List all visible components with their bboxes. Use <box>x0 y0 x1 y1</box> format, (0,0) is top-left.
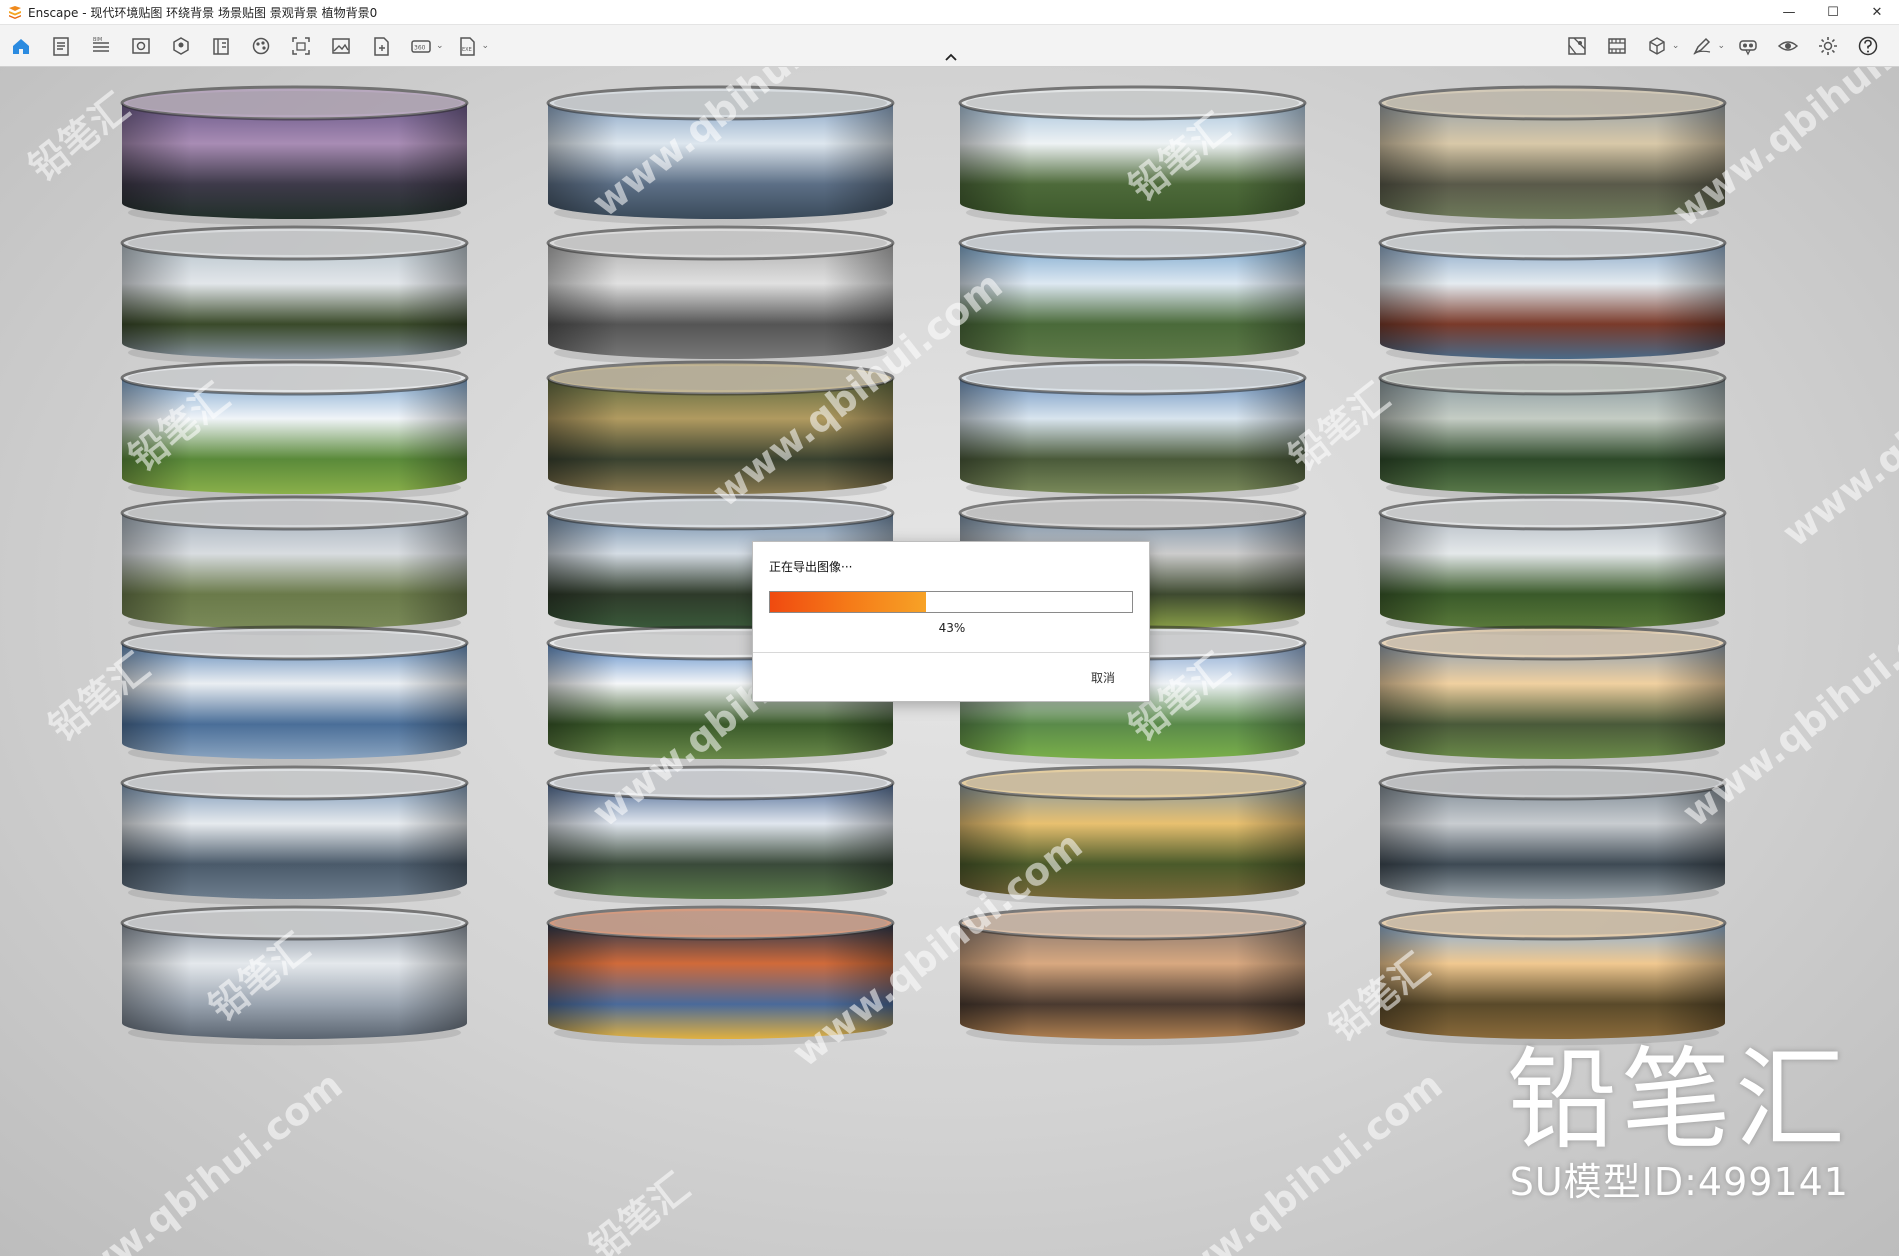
panorama-ring <box>1378 85 1727 226</box>
image-icon <box>332 38 350 54</box>
dialog-divider <box>753 652 1149 653</box>
panorama-ring <box>546 225 895 366</box>
window-title: Enscape - 现代环境贴图 环绕背景 场景贴图 景观背景 植物背景0 <box>28 5 378 20</box>
view-button[interactable] <box>128 33 154 59</box>
panorama-ring <box>958 225 1307 366</box>
export-file-icon <box>374 37 389 56</box>
panorama-ring <box>546 360 895 501</box>
pen-icon <box>1693 37 1711 55</box>
document-button[interactable] <box>48 33 74 59</box>
title-bar: Enscape - 现代环境贴图 环绕背景 场景贴图 景观背景 植物背景0 — … <box>0 0 1899 25</box>
dialog-title: 正在导出图像··· <box>769 560 853 574</box>
eye-icon <box>1777 41 1799 51</box>
progress-bar <box>769 591 1133 613</box>
help-icon <box>1858 36 1878 56</box>
panorama-ring <box>120 360 469 501</box>
help-button[interactable] <box>1855 33 1881 59</box>
material-button[interactable] <box>248 33 274 59</box>
object-button[interactable] <box>168 33 194 59</box>
maximize-button[interactable]: ☐ <box>1811 0 1855 25</box>
cancel-button[interactable]: 取消 <box>1091 669 1115 686</box>
map-icon <box>1568 37 1586 55</box>
pen-button[interactable] <box>1689 33 1715 59</box>
brand-name: 铅笔汇 <box>1507 1036 1849 1164</box>
svg-text:BIM: BIM <box>93 37 102 43</box>
dropdown-caret-icon[interactable]: ⌄ <box>436 41 444 51</box>
panorama-ring <box>1378 360 1727 501</box>
toolbar-left-group: BIM 360 ⌄ EXE ⌄ <box>8 33 499 59</box>
panorama-ring <box>120 765 469 906</box>
film-button[interactable] <box>1604 33 1630 59</box>
panorama-ring <box>120 495 469 636</box>
dropdown-caret-icon[interactable]: ⌄ <box>1717 41 1725 51</box>
watermark-tile: www.qbihui.com <box>1774 302 1899 556</box>
dropdown-caret-icon[interactable]: ⌄ <box>482 41 490 51</box>
progress-percent: 43% <box>938 621 966 635</box>
vr-headset-button[interactable] <box>1735 33 1761 59</box>
cube-button[interactable] <box>1644 33 1670 59</box>
panorama-ring <box>1378 905 1727 1046</box>
dropdown-caret-icon[interactable]: ⌄ <box>1672 41 1680 51</box>
film-icon <box>1608 38 1626 54</box>
panorama-ring <box>546 905 895 1046</box>
screenshot-icon <box>292 37 310 55</box>
panorama-ring <box>546 85 895 226</box>
progress-bar-fill <box>770 592 926 612</box>
panorama-ring <box>1378 765 1727 906</box>
image-button[interactable] <box>328 33 354 59</box>
panorama-ring <box>120 625 469 766</box>
panorama-ring <box>958 360 1307 501</box>
document-icon <box>53 37 69 56</box>
export-progress-dialog: 正在导出图像··· 43% 取消 <box>752 541 1150 702</box>
home-icon <box>13 39 29 54</box>
cube-icon <box>1649 37 1665 55</box>
panorama-ring <box>958 765 1307 906</box>
watermark-tile: www.qbihui.com <box>1144 1062 1451 1256</box>
library-icon <box>213 38 229 55</box>
map-button[interactable] <box>1564 33 1590 59</box>
panorama-360-button[interactable]: 360 <box>408 33 434 59</box>
collapse-toolbar-caret-icon[interactable] <box>943 50 959 64</box>
enscape-logo-icon <box>9 6 21 19</box>
bim-icon: BIM <box>93 37 109 52</box>
panorama-ring <box>958 85 1307 226</box>
panorama-ring <box>120 225 469 366</box>
export-file-button[interactable] <box>368 33 394 59</box>
panorama-ring <box>958 905 1307 1046</box>
panorama-ring <box>120 905 469 1046</box>
vr-headset-icon <box>1739 40 1757 56</box>
svg-text:EXE: EXE <box>462 47 472 53</box>
panorama-ring <box>1378 495 1727 636</box>
object-icon <box>173 37 189 55</box>
toolbar-right-group: ⌄ ⌄ <box>1564 33 1895 59</box>
panorama-ring <box>1378 625 1727 766</box>
minimize-button[interactable]: — <box>1767 0 1811 25</box>
view-icon <box>132 38 150 54</box>
panorama-360-icon: 360 <box>411 40 431 53</box>
export-exe-button[interactable]: EXE <box>454 33 480 59</box>
bim-button[interactable]: BIM <box>88 33 114 59</box>
watermark-tile: 铅笔汇 <box>20 84 138 190</box>
screenshot-button[interactable] <box>288 33 314 59</box>
watermark-tile: www.qbihui.com <box>44 1062 351 1256</box>
export-exe-icon: EXE <box>459 37 475 56</box>
material-icon <box>252 37 270 55</box>
eye-button[interactable] <box>1775 33 1801 59</box>
close-button[interactable]: ✕ <box>1855 0 1899 25</box>
panorama-ring <box>120 85 469 226</box>
svg-text:360: 360 <box>414 45 426 52</box>
brand-watermark: 铅笔汇 SU模型ID:499141 <box>1507 1040 1849 1204</box>
panorama-ring <box>546 765 895 906</box>
panorama-ring <box>1378 225 1727 366</box>
model-id: SU模型ID:499141 <box>1509 1160 1849 1204</box>
home-button[interactable] <box>8 33 34 59</box>
settings-gear-button[interactable] <box>1815 33 1841 59</box>
watermark-tile: 铅笔汇 <box>580 1164 698 1256</box>
library-button[interactable] <box>208 33 234 59</box>
settings-gear-icon <box>1819 37 1837 55</box>
